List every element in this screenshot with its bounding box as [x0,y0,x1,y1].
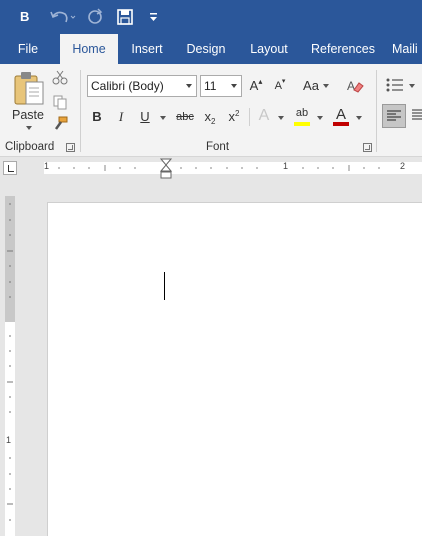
align-left-icon[interactable] [382,104,406,128]
text-effects-button[interactable]: A [256,105,272,127]
strikethrough-button[interactable]: abc [174,106,196,128]
grow-font-button[interactable]: A▴ [248,75,264,97]
tab-references[interactable]: References [306,34,380,64]
align-center-icon[interactable] [411,107,422,128]
clipboard-group-label: Clipboard [5,141,55,153]
tab-home[interactable]: Home [60,34,118,64]
caret-up-icon: ▴ [258,77,263,86]
italic-button[interactable]: I [114,106,128,128]
word-logo: B [20,9,30,24]
highlight-button[interactable]: ab [293,102,311,124]
paste-dropdown-icon[interactable] [26,126,32,130]
text-effects-dropdown-icon[interactable] [278,116,284,120]
font-family-value: Calibri (Body) [91,79,164,93]
change-case-button[interactable]: Aa [300,75,322,97]
svg-text:A: A [347,79,355,93]
indent-marker-icon[interactable] [159,158,173,183]
font-launcher-icon[interactable] [363,143,372,152]
highlight-dropdown-icon[interactable] [317,116,323,120]
superscript-mark: 2 [235,109,240,118]
quick-access-toolbar: B [0,0,422,34]
cut-icon[interactable] [52,69,68,88]
undo-icon[interactable] [48,7,76,27]
subscript-button[interactable]: x2 [202,106,218,128]
ruler-bar[interactable]: 1 1 2 [44,161,422,174]
tab-layout[interactable]: Layout [244,34,294,64]
tab-selector-icon[interactable] [3,161,17,175]
subscript-mark: 2 [211,117,216,126]
save-icon[interactable] [116,7,134,27]
row-divider [249,108,250,126]
vertical-ruler[interactable]: 1 [5,196,15,536]
group-divider [80,70,81,152]
text-cursor [164,272,165,300]
underline-button[interactable]: U [138,106,152,128]
shrink-font-label: A [274,80,282,92]
superscript-button[interactable]: x2 [226,106,242,128]
paste-button[interactable]: Paste [10,104,46,126]
bold-button[interactable]: B [90,106,104,128]
tab-mailings[interactable]: Maili [392,34,422,64]
font-size-value: 11 [204,79,217,93]
font-color-dropdown-icon[interactable] [356,116,362,120]
redo-icon[interactable] [86,7,104,27]
tab-insert[interactable]: Insert [124,34,170,64]
ribbon: Paste Clipboard Calibri (Body) 11 A▴ A▾ … [0,64,422,157]
bullets-dropdown-icon[interactable] [409,84,415,88]
underline-dropdown-icon[interactable] [160,116,166,120]
change-case-dropdown-icon[interactable] [323,84,329,88]
chevron-down-icon [231,84,237,88]
ruler-number: 1 [283,161,289,171]
ruler-number: 2 [400,161,406,171]
customize-icon[interactable] [148,7,160,27]
document-page[interactable] [47,202,422,536]
shrink-font-button[interactable]: A▾ [272,75,288,97]
font-color-swatch [333,122,349,126]
font-size-select[interactable]: 11 [200,75,242,97]
tab-file[interactable]: File [8,34,48,64]
bullets-icon[interactable] [385,77,405,96]
chevron-down-icon [186,84,192,88]
font-family-select[interactable]: Calibri (Body) [87,75,197,97]
format-painter-icon[interactable] [52,116,68,135]
clipboard-launcher-icon[interactable] [66,143,75,152]
horizontal-ruler: 1 1 2 [0,157,422,180]
ribbon-tabs: File Home Insert Design Layout Reference… [0,34,422,64]
clear-formatting-icon[interactable]: A [346,78,364,97]
group-divider [376,70,377,152]
font-group-label: Font [206,141,230,153]
tab-design[interactable]: Design [180,34,232,64]
ruler-number: 1 [44,161,50,171]
caret-down-icon: ▾ [281,78,286,85]
highlight-color-swatch [294,122,310,126]
vertical-ruler-number: 1 [6,435,12,445]
copy-icon[interactable] [52,94,68,113]
